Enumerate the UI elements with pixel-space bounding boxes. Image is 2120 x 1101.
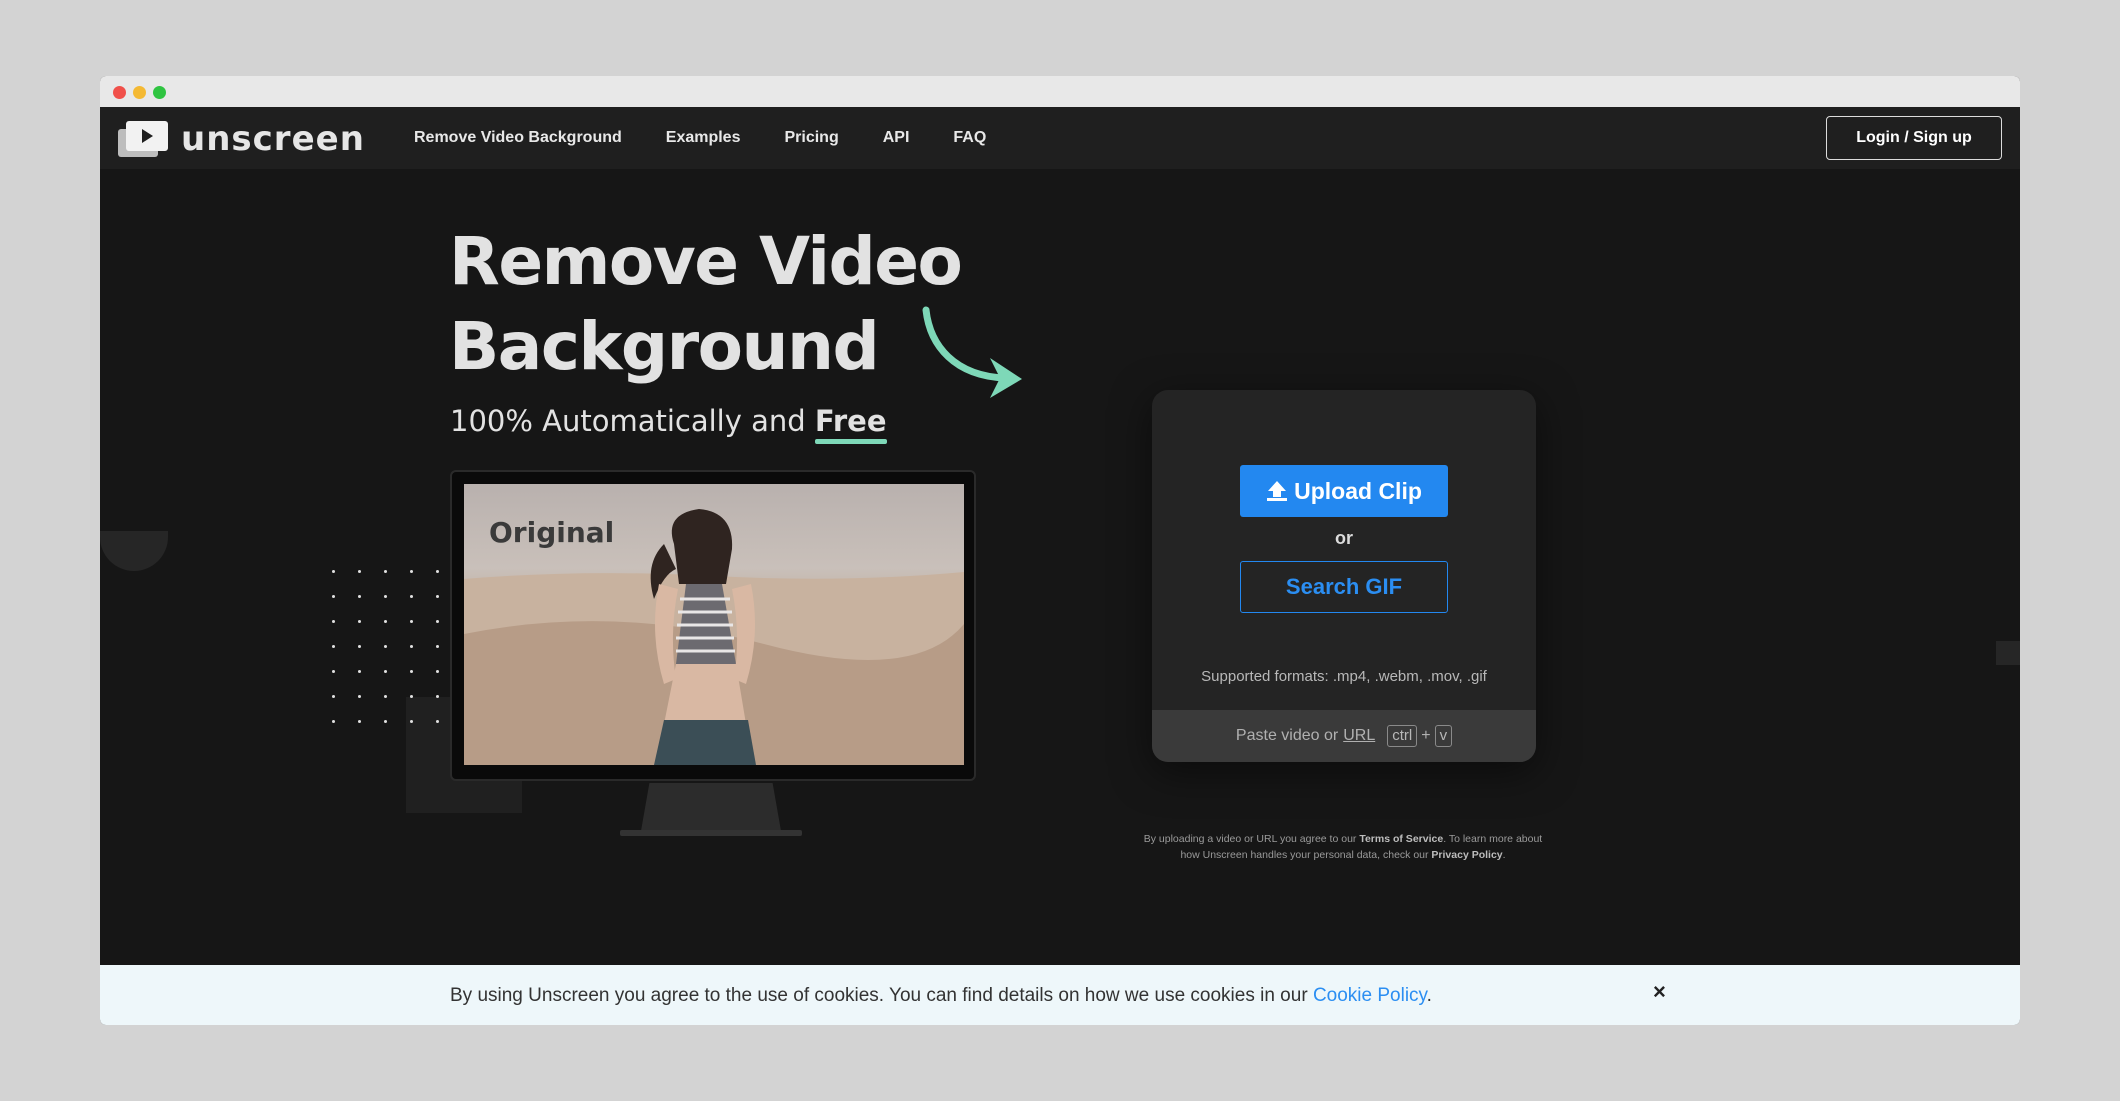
window-titlebar (100, 76, 2020, 107)
decorative-dot (410, 670, 413, 673)
minimize-window-dot[interactable] (133, 86, 146, 99)
curved-arrow-icon (922, 306, 1022, 398)
decorative-dot (436, 720, 439, 723)
decorative-dot (436, 570, 439, 573)
legal-text-1: By uploading a video or URL you agree to… (1143, 833, 1360, 845)
decorative-dot (436, 595, 439, 598)
decorative-dot (358, 620, 361, 623)
hero-subtitle: 100% Automatically and Free (450, 404, 887, 444)
decorative-dot (358, 720, 361, 723)
hero-subtitle-free: Free (814, 404, 887, 444)
monitor-stand (641, 783, 781, 831)
monitor-stand-base (620, 830, 802, 836)
decorative-dot (358, 695, 361, 698)
supported-formats: Supported formats: .mp4, .webm, .mov, .g… (1201, 668, 1487, 685)
decorative-dot (436, 670, 439, 673)
decorative-dot (384, 695, 387, 698)
nav-remove-video-background[interactable]: Remove Video Background (414, 129, 622, 147)
paste-prefix: Paste video or (1235, 727, 1339, 744)
decorative-dot (384, 670, 387, 673)
login-signup-button[interactable]: Login / Sign up (1826, 116, 2002, 160)
decorative-dot (384, 620, 387, 623)
decorative-dot (384, 720, 387, 723)
upload-icon (1267, 481, 1288, 501)
decorative-dot (358, 645, 361, 648)
hero-title-line1: Remove Video (449, 223, 963, 300)
cookie-banner: By using Unscreen you agree to the use o… (100, 965, 2020, 1025)
close-window-dot[interactable] (113, 86, 126, 99)
terms-of-service-link[interactable]: Terms of Service (1359, 833, 1443, 845)
or-separator: or (1335, 528, 1353, 548)
decorative-dot (410, 720, 413, 723)
privacy-policy-link[interactable]: Privacy Policy (1431, 849, 1502, 861)
decorative-half-circle (100, 531, 168, 571)
key-plus: + (1421, 727, 1431, 744)
decorative-dot (332, 645, 335, 648)
decorative-dot (332, 720, 335, 723)
decorative-dot (332, 595, 335, 598)
hero-subtitle-prefix: 100% Automatically and (450, 404, 815, 438)
cookie-text: By using Unscreen you agree to the use o… (450, 985, 1432, 1007)
paste-bar[interactable]: Paste video or URL ctrl + v (1152, 710, 1536, 762)
browser-window: unscreen Remove Video Background Example… (100, 76, 2020, 1025)
nav-examples[interactable]: Examples (666, 129, 741, 147)
nav-faq[interactable]: FAQ (953, 129, 986, 147)
decorative-dot (410, 595, 413, 598)
logo-text: unscreen (181, 119, 365, 159)
decorative-dot (384, 570, 387, 573)
legal-text-3: . (1502, 849, 1506, 861)
close-icon[interactable]: × (1653, 979, 1666, 1005)
original-label: Original (489, 516, 615, 549)
upload-clip-label: Upload Clip (1294, 477, 1422, 504)
cookie-message: By using Unscreen you agree to the use o… (450, 985, 1313, 1006)
decorative-dot (384, 645, 387, 648)
decorative-dot (410, 570, 413, 573)
nav-links: Remove Video Background Examples Pricing… (414, 107, 1030, 169)
nav-pricing[interactable]: Pricing (784, 129, 838, 147)
cookie-suffix: . (1426, 985, 1432, 1006)
search-gif-button[interactable]: Search GIF (1240, 561, 1448, 613)
decorative-dot (332, 695, 335, 698)
decorative-dot (436, 695, 439, 698)
decorative-small-square (1996, 641, 2020, 665)
ctrl-key: ctrl (1387, 725, 1418, 747)
upload-clip-button[interactable]: Upload Clip (1240, 465, 1448, 517)
demo-monitor: Original (450, 470, 976, 781)
decorative-dot (436, 620, 439, 623)
paste-url-link[interactable]: URL (1343, 727, 1375, 745)
decorative-dot (410, 695, 413, 698)
upload-card: Upload Clip or Search GIF Supported form… (1152, 390, 1536, 762)
decorative-dot (332, 620, 335, 623)
decorative-dot (358, 670, 361, 673)
decorative-dot (332, 670, 335, 673)
nav-api[interactable]: API (883, 129, 910, 147)
decorative-dot (358, 595, 361, 598)
logo[interactable]: unscreen (118, 121, 365, 157)
decorative-dot (332, 570, 335, 573)
decorative-dot (358, 570, 361, 573)
unscreen-logo-icon (118, 121, 168, 157)
maximize-window-dot[interactable] (153, 86, 166, 99)
v-key: v (1434, 725, 1453, 747)
decorative-dot (436, 645, 439, 648)
legal-notice: By uploading a video or URL you agree to… (1140, 831, 1546, 863)
hero-title-line2: Background (449, 308, 880, 385)
demo-video-preview: Original (464, 484, 964, 765)
decorative-dot (410, 620, 413, 623)
decorative-dot (410, 645, 413, 648)
cookie-policy-link[interactable]: Cookie Policy (1313, 985, 1427, 1006)
decorative-dot (384, 595, 387, 598)
decorative-dot-grid (332, 570, 442, 730)
top-navbar: unscreen Remove Video Background Example… (100, 107, 2020, 169)
